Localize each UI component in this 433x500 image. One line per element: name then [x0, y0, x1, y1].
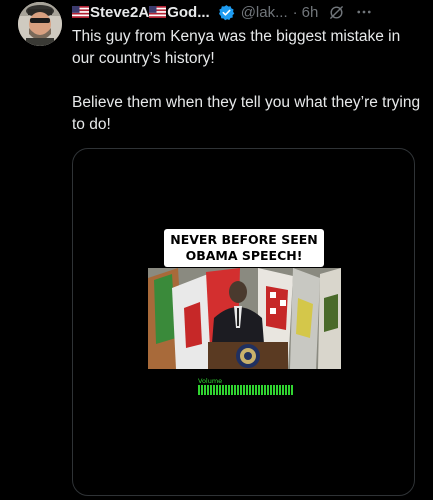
volume-bar — [279, 385, 281, 395]
volume-bar — [264, 385, 266, 395]
volume-bar — [249, 385, 251, 395]
volume-bar — [222, 385, 224, 395]
volume-bar — [246, 385, 248, 395]
volume-bar — [267, 385, 269, 395]
timestamp[interactable]: 6h — [302, 4, 319, 21]
volume-bar — [228, 385, 230, 395]
volume-bar — [240, 385, 242, 395]
volume-bar — [291, 385, 293, 395]
volume-bar — [273, 385, 275, 395]
volume-bar — [216, 385, 218, 395]
tweet[interactable]: Steve2A God... @lak... · 6h This guy fro… — [0, 0, 433, 500]
avatar[interactable] — [18, 2, 62, 46]
video-frame[interactable] — [148, 268, 341, 369]
volume-bar — [276, 385, 278, 395]
volume-bar — [234, 385, 236, 395]
volume-bar — [285, 385, 287, 395]
handle[interactable]: @lak... — [241, 4, 288, 21]
volume-bar — [204, 385, 206, 395]
caption-line: NEVER BEFORE SEEN — [170, 232, 318, 247]
verified-badge-icon — [218, 4, 234, 20]
tweet-header: Steve2A God... @lak... · 6h — [72, 1, 424, 23]
video-player[interactable]: NEVER BEFORE SEEN OBAMA SPEECH! Volume — [72, 148, 415, 496]
volume-bar — [207, 385, 209, 395]
separator-dot: · — [292, 3, 298, 21]
volume-bar — [231, 385, 233, 395]
volume-bar — [270, 385, 272, 395]
video-caption: NEVER BEFORE SEEN OBAMA SPEECH! — [164, 229, 324, 267]
display-name[interactable]: Steve2A — [90, 4, 149, 21]
volume-bar — [243, 385, 245, 395]
volume-bar — [210, 385, 212, 395]
more-options-icon[interactable] — [355, 3, 373, 21]
volume-bar — [255, 385, 257, 395]
tweet-text: This guy from Kenya was the biggest mist… — [72, 26, 424, 136]
volume-meter — [198, 385, 293, 395]
caption-line: OBAMA SPEECH! — [185, 248, 303, 263]
volume-bar — [237, 385, 239, 395]
volume-bar — [198, 385, 200, 395]
display-name-suffix[interactable]: God... — [167, 4, 210, 21]
volume-bar — [213, 385, 215, 395]
volume-bar — [288, 385, 290, 395]
grok-icon[interactable] — [328, 4, 345, 21]
volume-bar — [225, 385, 227, 395]
volume-bar — [258, 385, 260, 395]
volume-bar — [261, 385, 263, 395]
volume-bar — [201, 385, 203, 395]
volume-bar — [219, 385, 221, 395]
us-flag-icon — [149, 6, 167, 18]
us-flag-icon — [72, 6, 89, 18]
tweet-text-paragraph: This guy from Kenya was the biggest mist… — [72, 28, 401, 67]
volume-bar — [282, 385, 284, 395]
volume-bar — [252, 385, 254, 395]
tweet-text-paragraph: Believe them when they tell you what the… — [72, 94, 421, 133]
volume-label: Volume — [198, 377, 223, 385]
